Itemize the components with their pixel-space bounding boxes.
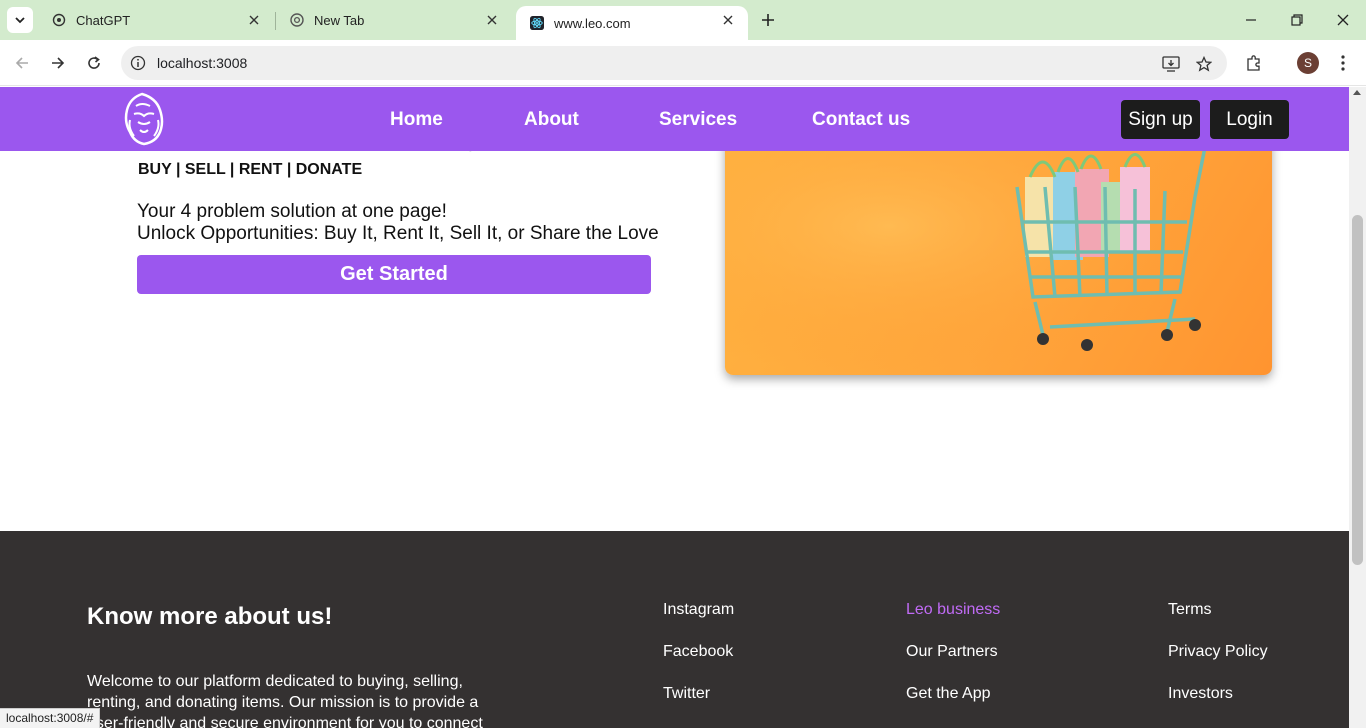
arrow-right-icon: [52, 57, 65, 69]
screen: ChatGPT New Tab www.leo.com localhost:30…: [0, 0, 1366, 728]
restore-icon: [1291, 14, 1303, 26]
nav-link-services[interactable]: Services: [659, 109, 737, 131]
footer-link-twitter[interactable]: Twitter: [663, 685, 710, 703]
link-status-bar: localhost:3008/#: [0, 708, 101, 728]
hero-image-shopping-cart: [725, 127, 1272, 375]
reload-icon: [88, 56, 100, 69]
footer-link-investors[interactable]: Investors: [1168, 685, 1233, 703]
site-navbar: Home About Services Contact us Sign up L…: [0, 87, 1349, 151]
sign-up-button[interactable]: Sign up: [1121, 100, 1200, 139]
close-icon[interactable]: [720, 12, 736, 28]
tab-chatgpt[interactable]: ChatGPT: [38, 0, 274, 40]
footer-about-text: Welcome to our platform dedicated to buy…: [87, 673, 483, 728]
window-close-button[interactable]: [1320, 0, 1366, 40]
close-icon: [1337, 14, 1349, 26]
footer-link-instagram[interactable]: Instagram: [663, 601, 734, 619]
page-scrollbar[interactable]: [1349, 87, 1366, 728]
footer-link-terms[interactable]: Terms: [1168, 601, 1212, 619]
site-footer: Know more about us! Welcome to our platf…: [0, 531, 1349, 728]
restore-button[interactable]: [1274, 0, 1320, 40]
react-icon: [530, 16, 544, 30]
extensions-button[interactable]: [1242, 51, 1266, 75]
tab-title: New Tab: [314, 12, 365, 28]
tab-new-tab[interactable]: New Tab: [276, 0, 512, 40]
hero-subtitle-1: Your 4 problem solution at one page!: [137, 201, 447, 222]
footer-link-partners[interactable]: Our Partners: [906, 643, 998, 661]
tab-search-button[interactable]: [7, 7, 33, 33]
page-viewport: BUY | SELL | RENT | DONATE Your 4 proble…: [0, 87, 1349, 728]
profile-avatar[interactable]: S: [1297, 52, 1319, 74]
puzzle-icon: [1247, 55, 1260, 71]
install-app-icon[interactable]: [1161, 54, 1181, 74]
close-icon[interactable]: [246, 12, 262, 28]
footer-title: Know more about us!: [87, 603, 333, 630]
get-started-button[interactable]: Get Started: [137, 255, 651, 294]
nav-link-contact[interactable]: Contact us: [812, 109, 910, 131]
plus-icon: [762, 14, 774, 26]
forward-button[interactable]: [46, 51, 70, 75]
address-bar[interactable]: localhost:3008: [121, 46, 1227, 80]
footer-link-privacy[interactable]: Privacy Policy: [1168, 643, 1268, 661]
close-icon[interactable]: [484, 12, 500, 28]
scrollbar-thumb[interactable]: [1352, 215, 1363, 565]
minimize-icon: [1246, 19, 1256, 21]
back-button[interactable]: [10, 51, 34, 75]
new-tab-button[interactable]: [756, 8, 780, 32]
browser-menu-button[interactable]: [1331, 51, 1355, 75]
tab-strip: ChatGPT New Tab www.leo.com: [0, 0, 1366, 40]
shopping-cart-illustration: [725, 127, 1272, 375]
scroll-up-arrow-icon[interactable]: [1353, 90, 1361, 95]
bookmark-star-icon[interactable]: [1194, 54, 1214, 74]
tab-title: ChatGPT: [76, 12, 131, 28]
lion-logo-icon[interactable]: [122, 92, 166, 146]
tab-title: www.leo.com: [554, 15, 631, 31]
arrow-left-icon: [15, 57, 28, 69]
reload-button[interactable]: [82, 51, 106, 75]
browser-toolbar: localhost:3008: [0, 40, 1366, 86]
more-vert-icon: [1341, 55, 1345, 71]
hero-subtitle-2: Unlock Opportunities: Buy It, Rent It, S…: [137, 223, 659, 244]
nav-link-about[interactable]: About: [524, 109, 579, 131]
footer-link-facebook[interactable]: Facebook: [663, 643, 733, 661]
chevron-down-icon: [15, 17, 25, 24]
hero-tagline: BUY | SELL | RENT | DONATE: [138, 161, 363, 178]
chatgpt-icon: [52, 13, 66, 27]
footer-link-leo-business[interactable]: Leo business: [906, 601, 1000, 619]
site-info-icon[interactable]: [129, 54, 147, 72]
login-button[interactable]: Login: [1210, 100, 1289, 139]
url-text: localhost:3008: [157, 55, 248, 71]
tab-leo[interactable]: www.leo.com: [516, 6, 748, 40]
chrome-icon: [290, 13, 304, 27]
nav-link-home[interactable]: Home: [390, 109, 443, 131]
footer-link-get-app[interactable]: Get the App: [906, 685, 991, 703]
minimize-button[interactable]: [1228, 0, 1274, 40]
